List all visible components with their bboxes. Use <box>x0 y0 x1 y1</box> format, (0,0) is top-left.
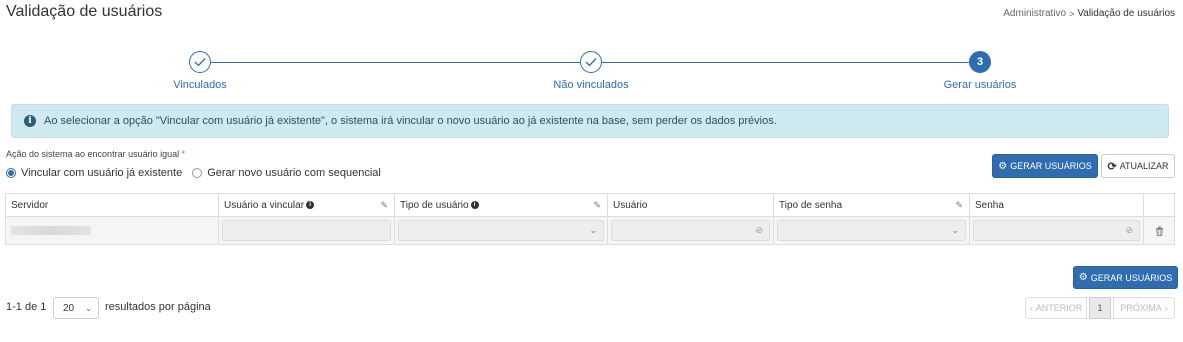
required-mark: * <box>181 149 186 159</box>
stepper-connector <box>602 62 969 63</box>
disabled-icon: ⊘ <box>1125 225 1133 235</box>
check-icon <box>585 58 597 67</box>
senha-input[interactable]: ⊘ <box>973 220 1140 241</box>
action-label: Ação do sistema ao encontrar usuário igu… <box>6 149 186 159</box>
refresh-icon: ⟳ <box>1107 160 1117 173</box>
usuario-input[interactable]: ⊘ <box>611 220 770 241</box>
chevron-left-icon: ‹ <box>1029 303 1033 313</box>
cell-senha: ⊘ <box>970 217 1144 244</box>
eraser-icon[interactable]: ✎ <box>593 200 601 211</box>
eraser-icon[interactable]: ✎ <box>955 200 963 211</box>
tipo-de-senha-select[interactable]: ⌄ <box>777 220 966 241</box>
chevron-down-icon: ⌄ <box>85 303 92 313</box>
radio-gerar-novo[interactable]: Gerar novo usuário com sequencial <box>192 167 381 179</box>
page-number-button[interactable]: 1 <box>1089 297 1111 319</box>
info-alert: i Ao selecionar a opção "Vincular com us… <box>11 104 1169 138</box>
trash-icon[interactable] <box>1155 226 1164 236</box>
radio-vincular[interactable]: Vincular com usuário já existente <box>6 167 182 179</box>
column-header-actions <box>1144 194 1174 216</box>
cell-servidor <box>6 217 219 244</box>
alert-text: Ao selecionar a opção "Vincular com usuá… <box>44 115 777 127</box>
radio-button[interactable] <box>6 168 16 178</box>
cell-tipo-de-senha: ⌄ <box>774 217 970 244</box>
column-header-tipo-de-senha[interactable]: Tipo de senha ✎ <box>774 194 970 216</box>
step-label-nao-vinculados[interactable]: Não vinculados <box>553 79 628 91</box>
column-header-tipo-de-usuario[interactable]: Tipo de usuário i ✎ <box>395 194 608 216</box>
column-header-usuario[interactable]: Usuário <box>608 194 774 216</box>
disabled-icon: ⊘ <box>755 225 763 235</box>
breadcrumb-separator: > <box>1069 8 1075 19</box>
users-table: Servidor Usuário a vincular i ✎ Tipo de … <box>5 193 1175 245</box>
step-label-gerar-usuarios[interactable]: Gerar usuários <box>944 79 1017 91</box>
info-icon[interactable]: i <box>470 201 479 209</box>
chevron-down-icon: ⌄ <box>589 225 597 235</box>
page-size-select[interactable]: 20 ⌄ <box>53 297 99 319</box>
step-2-marker[interactable] <box>580 51 602 73</box>
gears-icon: ⚙ <box>998 160 1008 172</box>
cell-usuario-a-vincular <box>219 217 395 244</box>
step-3-marker[interactable]: 3 <box>969 51 991 73</box>
chevron-right-icon: › <box>1164 303 1168 313</box>
cell-usuario: ⊘ <box>608 217 774 244</box>
step-1-marker[interactable] <box>189 51 211 73</box>
results-range: 1-1 de 1 <box>6 301 47 313</box>
table-row: ⌄ ⊘ ⌄ ⊘ <box>6 217 1174 244</box>
column-header-usuario-a-vincular[interactable]: Usuário a vincular i ✎ <box>219 194 395 216</box>
action-radio-group: Vincular com usuário já existente Gerar … <box>6 167 391 179</box>
gears-icon: ⚙ <box>1078 272 1088 283</box>
column-header-senha[interactable]: Senha <box>970 194 1144 216</box>
step-label-vinculados[interactable]: Vinculados <box>173 79 227 91</box>
cell-actions <box>1144 217 1174 244</box>
eraser-icon[interactable]: ✎ <box>380 200 388 211</box>
generate-users-button[interactable]: ⚙ GERAR USUÁRIOS <box>992 154 1098 178</box>
pagination: ‹ ANTERIOR 1 PRÓXIMA › <box>1025 297 1175 319</box>
previous-page-button[interactable]: ‹ ANTERIOR <box>1025 297 1087 319</box>
radio-button[interactable] <box>192 168 203 178</box>
chevron-down-icon: ⌄ <box>951 225 959 235</box>
refresh-button[interactable]: ⟳ ATUALIZAR <box>1101 154 1175 178</box>
usuario-a-vincular-input[interactable] <box>222 220 391 241</box>
tipo-de-usuario-select[interactable]: ⌄ <box>398 220 604 241</box>
stepper-connector <box>211 62 580 63</box>
generate-users-button-bottom[interactable]: ⚙ GERAR USUÁRIOS <box>1073 266 1178 289</box>
redacted-text <box>11 226 91 235</box>
info-icon[interactable]: i <box>306 201 315 209</box>
breadcrumb-item-administrativo[interactable]: Administrativo <box>1003 8 1066 19</box>
next-page-button[interactable]: PRÓXIMA › <box>1113 297 1175 319</box>
breadcrumb-item-current: Validação de usuários <box>1077 8 1175 19</box>
results-per-page-label: resultados por página <box>105 301 211 313</box>
column-header-servidor[interactable]: Servidor <box>6 194 219 216</box>
page-title: Validação de usuários <box>6 3 163 20</box>
table-header: Servidor Usuário a vincular i ✎ Tipo de … <box>6 194 1174 217</box>
breadcrumb: Administrativo > Validação de usuários <box>1003 8 1175 19</box>
cell-tipo-de-usuario: ⌄ <box>395 217 608 244</box>
info-icon: i <box>24 115 36 127</box>
check-icon <box>194 58 206 67</box>
